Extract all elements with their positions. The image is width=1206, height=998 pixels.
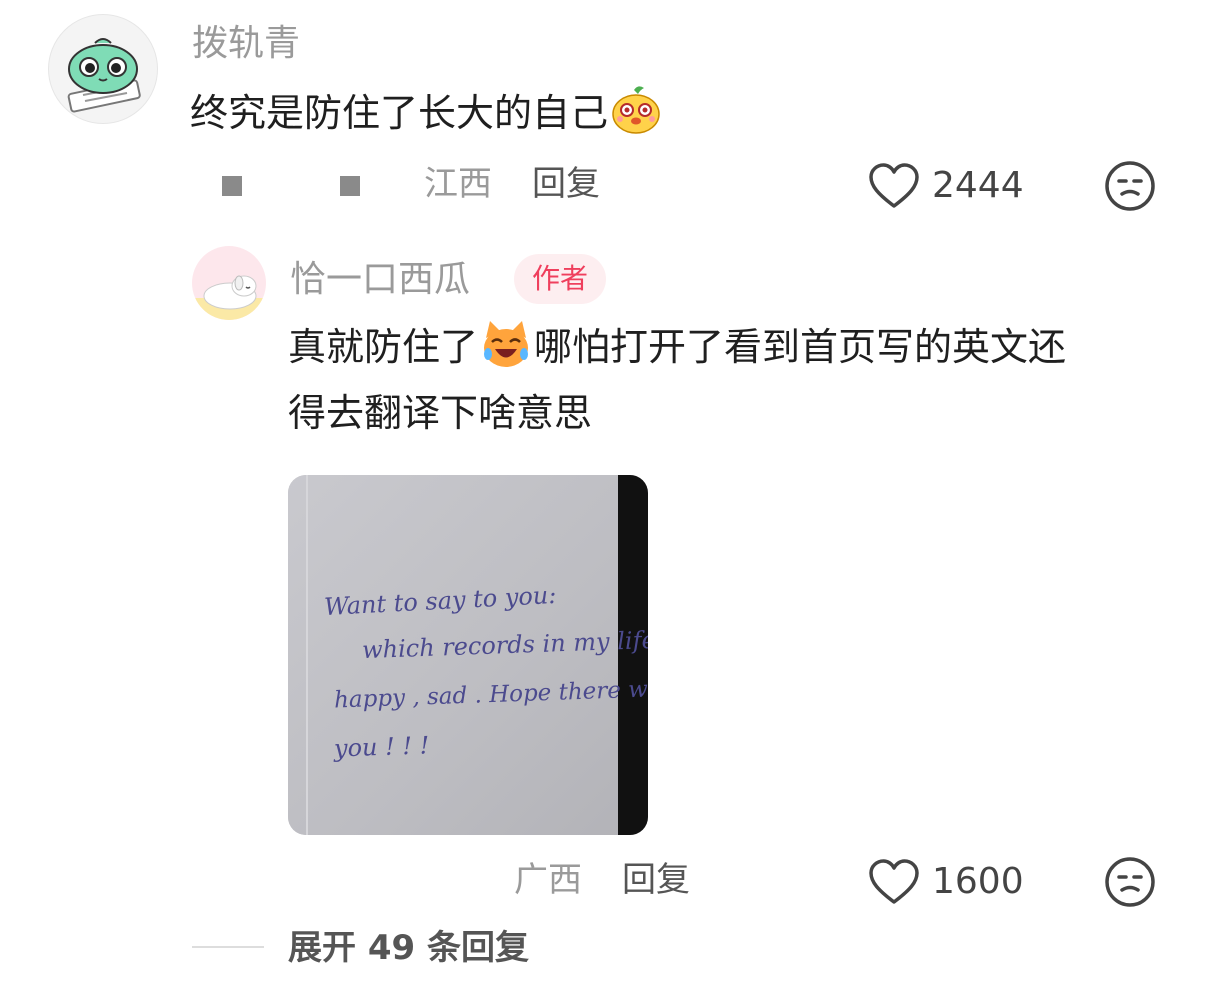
reply-text-line2: 得去翻译下啥意思 xyxy=(288,391,593,435)
sleeping-puppy-avatar-icon xyxy=(192,275,266,320)
green-creature-avatar-icon xyxy=(67,38,141,113)
comment-text-body: 终究是防住了长大的自己 xyxy=(190,91,609,135)
redacted-time-mark xyxy=(340,176,360,196)
reply-text-continued: 哪怕打开了看到首页写的英文还 xyxy=(534,325,1067,369)
reply-text-line1: 真就防住了 哪怕打开了看到首页写的英文还 xyxy=(288,316,1066,378)
reply-text-start: 真就防住了 xyxy=(288,325,479,369)
redacted-date-mark xyxy=(222,176,242,196)
comment-like-button[interactable]: 2444 xyxy=(868,158,1038,214)
comment-reply-button[interactable]: 回复 xyxy=(532,164,600,204)
reply-location: 广西 xyxy=(514,860,582,900)
comment-like-count: 2444 xyxy=(932,165,1024,206)
page-fold-line xyxy=(306,475,308,835)
author-badge: 作者 xyxy=(514,254,607,304)
comment-dislike-button[interactable] xyxy=(1104,160,1156,212)
reply-like-count: 1600 xyxy=(932,861,1024,902)
commenter-avatar[interactable] xyxy=(48,14,158,124)
unamused-face-icon xyxy=(1105,161,1155,211)
heart-outline-icon xyxy=(869,859,919,904)
comment-location: 江西 xyxy=(424,164,492,204)
reply-avatar[interactable] xyxy=(192,246,266,320)
chick-face-emoji-icon xyxy=(610,84,662,136)
laughing-cat-emoji-icon xyxy=(480,318,532,370)
heart-outline-icon xyxy=(869,163,919,208)
comment-text: 终究是防住了长大的自己 xyxy=(190,82,662,144)
reply-like-button[interactable]: 1600 xyxy=(868,854,1038,910)
reply-username[interactable]: 恰一口西瓜 xyxy=(290,260,470,300)
reply-photo[interactable]: Want to say to you: which records in my … xyxy=(288,475,648,835)
commenter-username[interactable]: 拨轨青 xyxy=(192,24,300,64)
handwriting-line-4: you ! ! ! xyxy=(333,731,430,763)
unamused-face-icon xyxy=(1105,857,1155,907)
expand-divider-line xyxy=(192,946,264,948)
expand-replies-button[interactable]: 展开 49 条回复 xyxy=(288,928,529,968)
reply-dislike-button[interactable] xyxy=(1104,856,1156,908)
reply-reply-button[interactable]: 回复 xyxy=(622,860,690,900)
